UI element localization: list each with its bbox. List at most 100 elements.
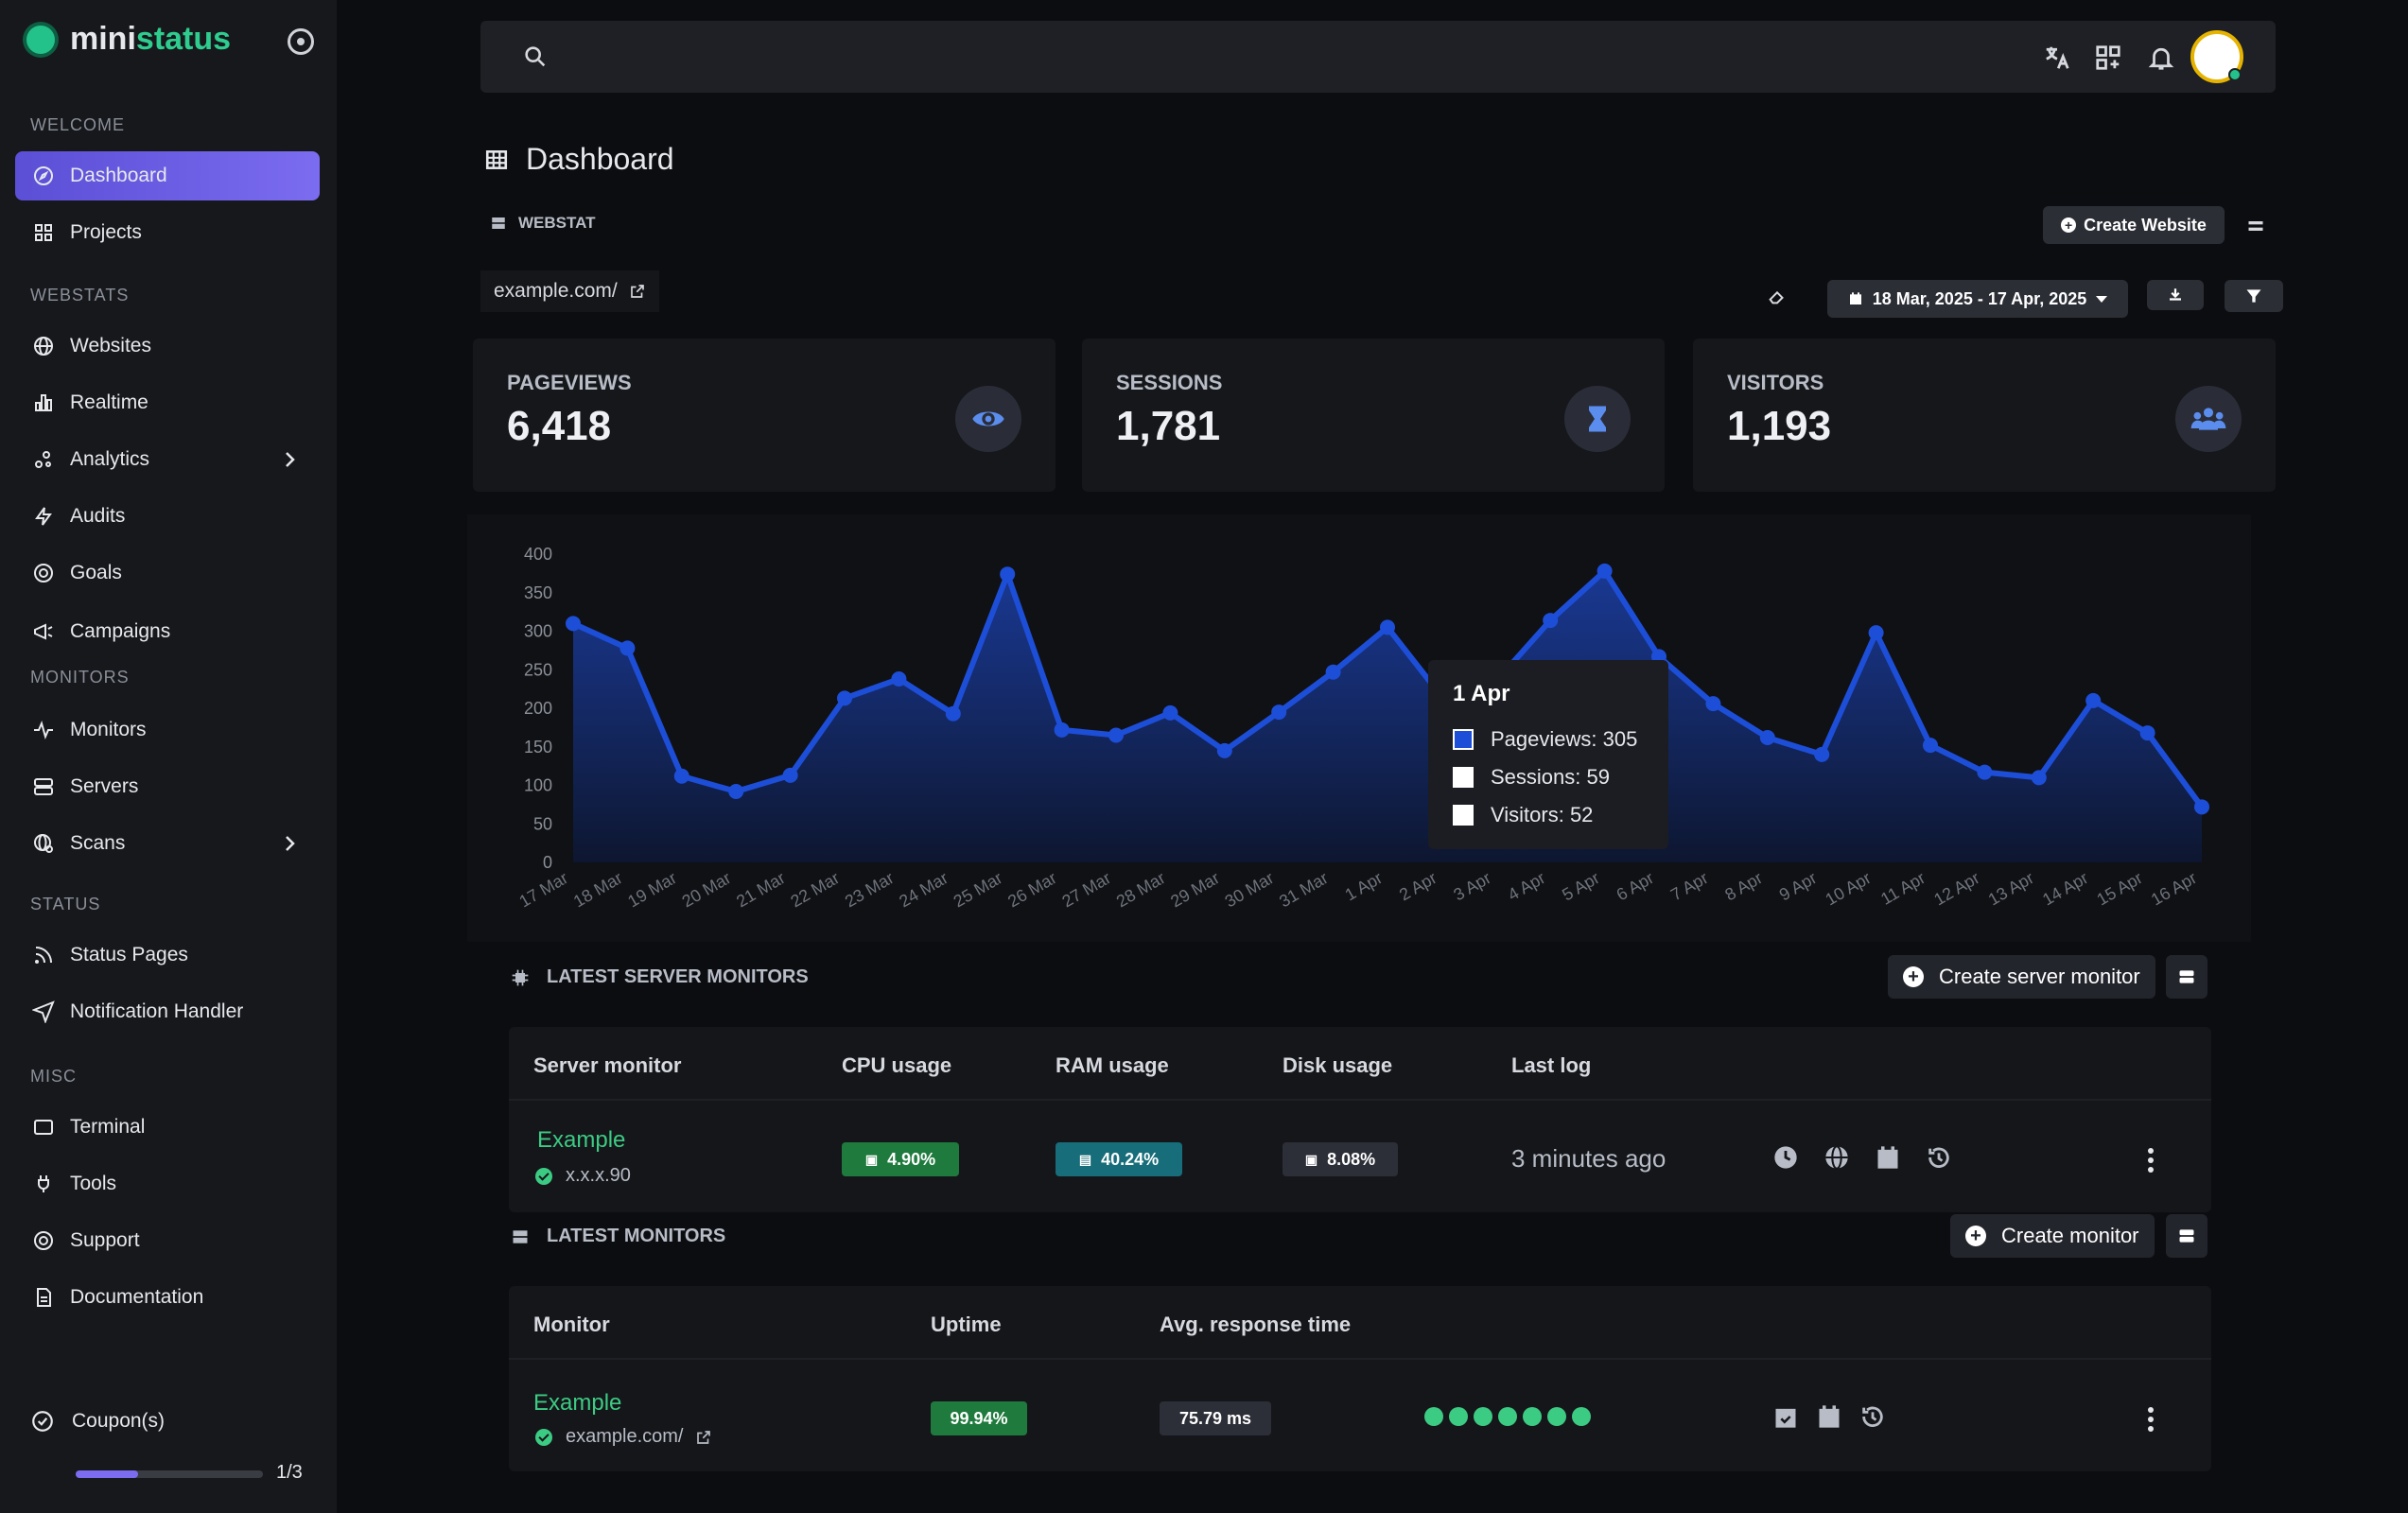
sidebar-item-analytics[interactable]: Analytics bbox=[15, 435, 320, 484]
rss-icon bbox=[32, 944, 55, 966]
date-range-text: 18 Mar, 2025 - 17 Apr, 2025 bbox=[1872, 288, 2087, 308]
bar-chart-icon bbox=[32, 391, 55, 414]
calendar-icon[interactable] bbox=[1816, 1403, 1842, 1430]
server-monitor-name-link[interactable]: Example bbox=[537, 1127, 625, 1154]
sidebar-item-label: Goals bbox=[70, 562, 122, 583]
column-header: CPU usage bbox=[842, 1053, 952, 1077]
server-monitors-menu-button[interactable] bbox=[2166, 955, 2207, 999]
sidebar-item-tools[interactable]: Tools bbox=[15, 1159, 320, 1209]
website-url-chip[interactable]: example.com/ bbox=[480, 270, 659, 312]
sidebar-item-terminal[interactable]: Terminal bbox=[15, 1103, 320, 1152]
calendar-icon[interactable] bbox=[1875, 1144, 1901, 1171]
sidebar-item-monitors[interactable]: Monitors bbox=[15, 705, 320, 755]
sidebar-item-label: Tools bbox=[70, 1173, 117, 1194]
x-tick-label: 11 Apr bbox=[1877, 868, 1928, 909]
brand-logo[interactable]: ministatus bbox=[26, 21, 231, 58]
download-button[interactable] bbox=[2147, 280, 2204, 310]
sidebar-item-notification-handler[interactable]: Notification Handler bbox=[15, 987, 320, 1036]
plug-icon bbox=[32, 1173, 55, 1195]
x-tick-label: 24 Mar bbox=[896, 868, 951, 911]
x-tick-label: 18 Mar bbox=[570, 868, 626, 911]
pulse-icon bbox=[32, 719, 55, 741]
coupon-link[interactable]: Coupon(s) bbox=[30, 1409, 165, 1434]
x-tick-label: 30 Mar bbox=[1222, 868, 1278, 911]
clock-icon[interactable] bbox=[1772, 1144, 1799, 1171]
filter-button[interactable] bbox=[2225, 280, 2283, 312]
sidebar-item-realtime[interactable]: Realtime bbox=[15, 378, 320, 427]
sidebar-item-servers[interactable]: Servers bbox=[15, 762, 320, 811]
row-menu-icon[interactable] bbox=[2147, 1148, 2155, 1173]
sidebar-item-documentation[interactable]: Documentation bbox=[15, 1273, 320, 1322]
sidebar-item-campaigns[interactable]: Campaigns bbox=[15, 607, 320, 656]
coupon-progress-label: 1/3 bbox=[276, 1462, 303, 1483]
data-point bbox=[1977, 764, 1993, 780]
search-icon[interactable] bbox=[522, 43, 549, 70]
sidebar-item-dashboard[interactable]: Dashboard bbox=[15, 151, 320, 200]
sidebar-item-websites[interactable]: Websites bbox=[15, 322, 320, 371]
sidebar-item-goals[interactable]: Goals bbox=[15, 548, 320, 598]
stat-value: 6,418 bbox=[507, 403, 612, 449]
data-point bbox=[1380, 619, 1395, 635]
column-header: Monitor bbox=[533, 1313, 610, 1336]
legend-swatch bbox=[1453, 729, 1474, 750]
translate-icon[interactable] bbox=[2043, 43, 2071, 72]
disk-value: 8.08% bbox=[1327, 1149, 1376, 1169]
create-website-button[interactable]: + Create Website bbox=[2043, 206, 2225, 244]
sidebar-item-label: Projects bbox=[70, 221, 142, 243]
monitors-header: LATEST MONITORS bbox=[511, 1226, 725, 1247]
sidebar-item-projects[interactable]: Projects bbox=[15, 208, 320, 257]
divider bbox=[509, 1099, 2211, 1101]
eraser-icon[interactable] bbox=[1767, 286, 1788, 306]
online-status-dot bbox=[2228, 68, 2242, 81]
document-icon bbox=[32, 1286, 55, 1309]
data-point bbox=[2031, 770, 2047, 786]
monitors-menu-button[interactable] bbox=[2166, 1214, 2207, 1258]
data-point bbox=[673, 768, 689, 784]
data-point bbox=[728, 784, 744, 800]
brand-accent: status bbox=[135, 21, 232, 57]
create-server-monitor-label: Create server monitor bbox=[1939, 965, 2140, 988]
status-dot bbox=[1547, 1407, 1566, 1426]
response-time-badge: 75.79 ms bbox=[1160, 1401, 1271, 1435]
apps-add-icon[interactable] bbox=[2094, 43, 2122, 72]
history-icon[interactable] bbox=[1859, 1403, 1886, 1430]
monitor-name-link[interactable]: Example bbox=[533, 1390, 621, 1417]
sidebar-item-support[interactable]: Support bbox=[15, 1216, 320, 1265]
disk-badge: ▣ 8.08% bbox=[1283, 1142, 1398, 1176]
history-icon[interactable] bbox=[1926, 1144, 1952, 1171]
cpu-value: 4.90% bbox=[887, 1149, 936, 1169]
sidebar-item-label: Websites bbox=[70, 335, 151, 357]
x-tick-label: 9 Apr bbox=[1776, 868, 1820, 904]
data-point bbox=[2194, 799, 2209, 815]
chevron-right-icon bbox=[278, 832, 301, 855]
y-tick-label: 250 bbox=[524, 660, 552, 679]
webstat-label: WEBSTAT bbox=[490, 214, 596, 233]
data-point bbox=[1705, 696, 1721, 712]
calendar-check-icon[interactable] bbox=[1772, 1403, 1799, 1430]
bell-icon[interactable] bbox=[2147, 43, 2175, 72]
date-range-picker[interactable]: 18 Mar, 2025 - 17 Apr, 2025 bbox=[1827, 280, 2128, 318]
globe-icon[interactable] bbox=[1823, 1144, 1850, 1171]
x-tick-label: 25 Mar bbox=[951, 868, 1006, 911]
sidebar-toggle-icon[interactable] bbox=[288, 28, 314, 55]
divider bbox=[509, 1358, 2211, 1360]
webstat-menu-button[interactable] bbox=[2243, 214, 2268, 238]
monitor-url[interactable]: example.com/ bbox=[535, 1426, 712, 1448]
stat-label: PAGEVIEWS bbox=[507, 371, 632, 394]
column-header: Server monitor bbox=[533, 1053, 682, 1077]
list-icon bbox=[2248, 221, 2263, 231]
data-point bbox=[837, 690, 852, 706]
stat-label: VISITORS bbox=[1727, 371, 1824, 394]
x-tick-label: 27 Mar bbox=[1058, 868, 1114, 911]
sidebar-item-label: Documentation bbox=[70, 1286, 204, 1308]
legend-swatch bbox=[1453, 767, 1474, 788]
row-menu-icon[interactable] bbox=[2147, 1407, 2155, 1432]
sidebar-item-scans[interactable]: Scans bbox=[15, 819, 320, 868]
create-monitor-button[interactable]: + Create monitor bbox=[1950, 1214, 2155, 1258]
sidebar-item-audits[interactable]: Audits bbox=[15, 492, 320, 541]
logo-icon bbox=[26, 25, 55, 54]
data-point bbox=[2085, 692, 2102, 708]
x-tick-label: 23 Mar bbox=[842, 868, 898, 911]
create-server-monitor-button[interactable]: + Create server monitor bbox=[1888, 955, 2155, 999]
sidebar-item-status-pages[interactable]: Status Pages bbox=[15, 930, 320, 980]
